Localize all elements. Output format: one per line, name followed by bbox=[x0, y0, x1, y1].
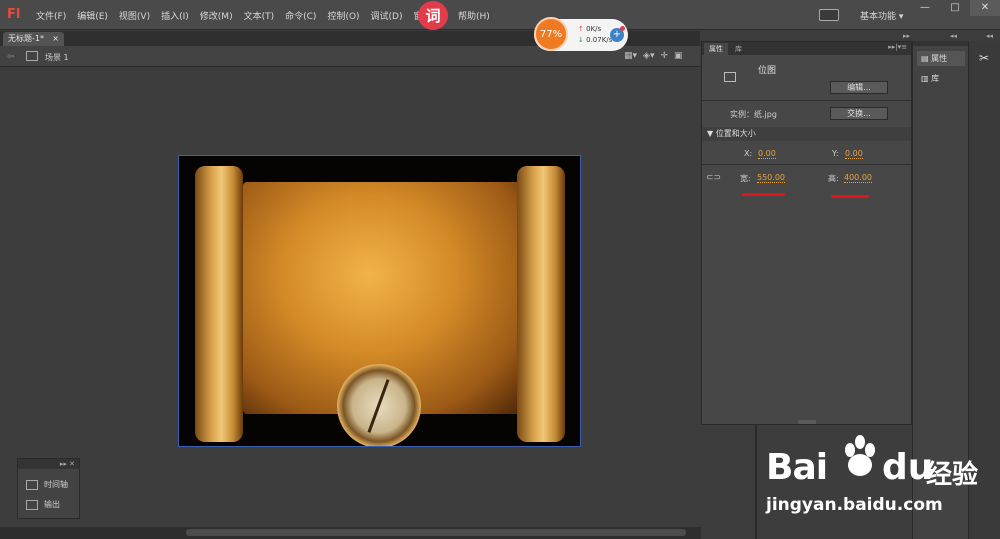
menu-commands[interactable]: 命令(C) bbox=[285, 9, 316, 22]
panel-resize-grip[interactable] bbox=[798, 420, 816, 424]
watermark-url: jingyan.baidu.com bbox=[766, 495, 943, 515]
y-value[interactable]: 0.00 bbox=[845, 149, 863, 159]
timeline-label: 时间轴 bbox=[44, 480, 68, 489]
y-label: Y: bbox=[832, 149, 839, 158]
window-controls: — □ ✕ bbox=[910, 0, 1000, 16]
menu-modify[interactable]: 修改(M) bbox=[200, 9, 233, 22]
tab-properties[interactable]: 属性 bbox=[704, 43, 728, 55]
menu-control[interactable]: 控制(O) bbox=[327, 9, 359, 22]
edit-tools: ▦▾ ◈▾ ✛ ▣ bbox=[624, 51, 683, 61]
scene-clapper-icon bbox=[26, 51, 38, 61]
edit-button[interactable]: 编辑... bbox=[830, 81, 888, 94]
edit-symbol-icon[interactable]: ◈▾ bbox=[643, 51, 654, 61]
watermark-bai: Bai bbox=[766, 447, 828, 488]
dock-header bbox=[913, 41, 968, 46]
center-stage-icon[interactable]: ✛ bbox=[660, 51, 668, 61]
menu-view[interactable]: 视图(V) bbox=[119, 9, 150, 22]
panel-divider bbox=[755, 425, 757, 539]
notification-dot bbox=[620, 26, 625, 31]
network-speed-widget[interactable]: 77% ↑ 0K/s ↓ 0.07K/s + bbox=[534, 17, 628, 51]
symbol-type: 位图 bbox=[758, 66, 777, 76]
document-tab[interactable]: 无标题-1* × bbox=[3, 32, 64, 46]
download-speed: ↓ 0.07K/s bbox=[578, 36, 613, 44]
minimize-button[interactable]: — bbox=[910, 0, 940, 16]
gamepad-icon[interactable] bbox=[819, 9, 839, 21]
compass-image bbox=[337, 364, 421, 446]
document-tab-label: 无标题-1* bbox=[8, 34, 44, 43]
menu-text[interactable]: 文本(T) bbox=[244, 9, 275, 22]
properties-tabs: 属性 库 ▸▸|▾≡ bbox=[702, 42, 911, 55]
stage-canvas[interactable] bbox=[178, 155, 581, 447]
menu-help[interactable]: 帮助(H) bbox=[458, 9, 490, 22]
output-item[interactable]: 输出 bbox=[26, 499, 60, 510]
menu-items: 文件(F) 编辑(E) 视图(V) 插入(I) 修改(M) 文本(T) 命令(C… bbox=[36, 9, 434, 22]
scroll-roll-left bbox=[195, 166, 243, 442]
timeline-output-panel: ▸▸ ✕ 时间轴 输出 bbox=[17, 458, 80, 519]
x-label: X: bbox=[744, 149, 753, 158]
annotation-underline-width bbox=[742, 193, 785, 196]
tools-icon[interactable]: ✂ bbox=[979, 51, 989, 65]
close-button[interactable]: ✕ bbox=[970, 0, 1000, 16]
section-position-size[interactable]: ▼ 位置和大小 bbox=[702, 127, 911, 141]
app-logo: Fl bbox=[7, 7, 21, 22]
link-icon[interactable]: ⊂⊃ bbox=[706, 173, 721, 183]
x-value[interactable]: 0.00 bbox=[758, 149, 776, 159]
scrollbar-thumb[interactable] bbox=[186, 529, 686, 536]
height-value[interactable]: 400.00 bbox=[844, 173, 872, 183]
width-label: 宽: bbox=[740, 174, 751, 183]
close-tab-icon[interactable]: × bbox=[52, 32, 59, 46]
scroll-roll-right bbox=[517, 166, 565, 442]
memory-percent[interactable]: 77% bbox=[534, 17, 568, 51]
instance-label: 实例：纸.jpg bbox=[730, 110, 777, 119]
tab-library[interactable]: 库 bbox=[730, 43, 747, 55]
dock-item-library[interactable]: ▥ 库 bbox=[917, 71, 965, 86]
menu-debug[interactable]: 调试(D) bbox=[371, 9, 403, 22]
paw-icon bbox=[845, 435, 875, 476]
menu-bar: Fl 文件(F) 编辑(E) 视图(V) 插入(I) 修改(M) 文本(T) 命… bbox=[0, 0, 1000, 30]
expand-dock-icon[interactable]: ▸▸ bbox=[903, 32, 910, 40]
dock-item-properties[interactable]: ▤ 属性 bbox=[917, 51, 965, 66]
properties-panel: 属性 库 ▸▸|▾≡ 位图 编辑... 实例：纸.jpg 交换... ▼ 位置和… bbox=[701, 41, 912, 425]
width-value[interactable]: 550.00 bbox=[757, 173, 785, 183]
panel-menu-icon[interactable]: ▸▸|▾≡ bbox=[888, 43, 907, 51]
menu-file[interactable]: 文件(F) bbox=[36, 9, 66, 22]
collapse-dock-icon[interactable]: ◂◂ bbox=[950, 32, 957, 40]
maximize-button[interactable]: □ bbox=[940, 0, 970, 16]
watermark-jingyan: 经验 bbox=[926, 460, 979, 490]
height-label: 高: bbox=[828, 174, 839, 183]
swap-button[interactable]: 交换... bbox=[830, 107, 888, 120]
scene-label[interactable]: 场景 1 bbox=[45, 52, 69, 63]
divider bbox=[702, 164, 911, 165]
timeline-icon bbox=[26, 479, 38, 490]
baidu-watermark: Bai du 经验 jingyan.baidu.com bbox=[766, 432, 986, 532]
workspace-switcher[interactable]: 基本功能 ▾ bbox=[860, 9, 903, 22]
menu-insert[interactable]: 插入(I) bbox=[161, 9, 189, 22]
output-icon bbox=[26, 499, 38, 510]
bitmap-icon bbox=[724, 72, 736, 82]
timeline-item[interactable]: 时间轴 bbox=[26, 479, 68, 490]
panel-header-controls[interactable]: ▸▸ ✕ bbox=[18, 459, 79, 469]
dictionary-badge-icon[interactable]: 词 bbox=[418, 1, 448, 30]
collapse-tools-icon[interactable]: ◂◂ bbox=[986, 32, 993, 40]
compass-needle bbox=[367, 379, 390, 433]
edit-scene-icon[interactable]: ▦▾ bbox=[624, 51, 637, 61]
clip-icon[interactable]: ▣ bbox=[674, 51, 683, 61]
menu-edit[interactable]: 编辑(E) bbox=[77, 9, 108, 22]
output-label: 输出 bbox=[44, 500, 60, 509]
upload-speed: ↑ 0K/s bbox=[578, 25, 602, 33]
annotation-underline-height bbox=[831, 195, 869, 198]
horizontal-scrollbar[interactable] bbox=[0, 527, 758, 539]
divider bbox=[702, 100, 911, 101]
back-arrow-icon[interactable]: ⇦ bbox=[7, 52, 15, 62]
